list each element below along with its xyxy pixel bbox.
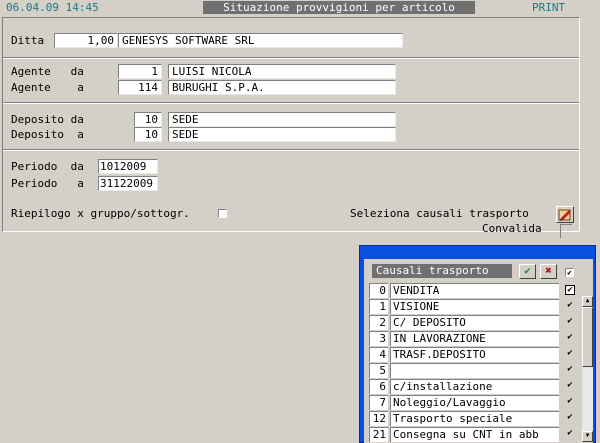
separator <box>3 102 579 104</box>
periodo-a-label: Periodo a <box>11 177 84 190</box>
select-all-checkbox[interactable]: ✔ <box>565 268 574 277</box>
deposito-da-code-field[interactable]: 10 <box>134 112 162 127</box>
deposito-a-code-field[interactable]: 10 <box>134 127 162 142</box>
causale-checkbox[interactable]: ✔ <box>565 365 575 375</box>
causali-popup: Causali trasporto ✔ ✖ ✔ 0 VENDITA ✔ 1 VISION… <box>359 245 596 443</box>
causale-description: C/ DEPOSITO <box>390 315 559 330</box>
ditta-label: Ditta <box>11 34 45 47</box>
causale-checkbox[interactable]: ✔ <box>565 333 575 343</box>
causale-description: Noleggio/Lavaggio <box>390 395 559 410</box>
causale-checkbox[interactable]: ✔ <box>565 317 575 327</box>
close-icon: ✖ <box>545 264 552 277</box>
ditta-code-field[interactable]: 1,00 <box>54 33 118 48</box>
separator <box>3 149 579 151</box>
causale-code: 5 <box>369 363 388 378</box>
causale-description: IN LAVORAZIONE <box>390 331 559 346</box>
causale-code: 1 <box>369 299 388 314</box>
cancel-button[interactable]: ✖ <box>540 264 557 279</box>
list-item[interactable]: 21 Consegna su CNT in abb ✔ <box>369 427 587 442</box>
scroll-down-icon[interactable]: ▼ <box>582 431 593 442</box>
causale-code: 21 <box>369 427 388 442</box>
agente-a-name-field[interactable]: BURUGHI S.P.A. <box>168 80 396 95</box>
agente-da-code-field[interactable]: 1 <box>118 64 162 79</box>
causale-code: 2 <box>369 315 388 330</box>
deposito-da-label: Deposito da <box>11 113 84 126</box>
causale-checkbox[interactable]: ✔ <box>565 381 575 391</box>
seleziona-causali-button[interactable] <box>556 206 574 223</box>
list-item[interactable]: 12 Trasporto speciale ✔ <box>369 411 587 426</box>
causale-checkbox[interactable]: ✔ <box>565 413 575 423</box>
causale-code: 6 <box>369 379 388 394</box>
causale-code: 7 <box>369 395 388 410</box>
agente-da-label: Agente da <box>11 65 84 78</box>
riepilogo-label: Riepilogo x gruppo/sottogr. <box>11 207 190 220</box>
agente-a-code-field[interactable]: 114 <box>118 80 162 95</box>
periodo-a-field[interactable]: 31122009 <box>98 176 158 191</box>
deposito-a-name-field[interactable]: SEDE <box>168 127 396 142</box>
periodo-da-label: Periodo da <box>11 160 84 173</box>
causale-code: 12 <box>369 411 388 426</box>
check-icon: ✔ <box>524 264 531 277</box>
causale-description: c/installazione <box>390 379 559 394</box>
causale-checkbox[interactable]: ✔ <box>565 285 575 295</box>
causali-list-title: Causali trasporto <box>372 264 512 278</box>
causali-popup-body: Causali trasporto ✔ ✖ ✔ 0 VENDITA ✔ 1 VISION… <box>364 259 593 443</box>
list-item[interactable]: 0 VENDITA ✔ <box>369 283 587 298</box>
causale-description: Consegna su CNT in abb <box>390 427 559 442</box>
list-item[interactable]: 3 IN LAVORAZIONE ✔ <box>369 331 587 346</box>
causale-code: 3 <box>369 331 388 346</box>
list-item[interactable]: 7 Noleggio/Lavaggio ✔ <box>369 395 587 410</box>
ditta-name-field[interactable]: GENESYS SOFTWARE SRL <box>118 33 403 48</box>
deposito-a-label: Deposito a <box>11 128 84 141</box>
causale-description: TRASF.DEPOSITO <box>390 347 559 362</box>
scroll-thumb[interactable] <box>582 307 593 367</box>
causale-checkbox[interactable]: ✔ <box>565 301 575 311</box>
convalida-label: Convalida <box>482 222 542 235</box>
list-item[interactable]: 4 TRASF.DEPOSITO ✔ <box>369 347 587 362</box>
list-item[interactable]: 2 C/ DEPOSITO ✔ <box>369 315 587 330</box>
confirm-button[interactable]: ✔ <box>519 264 536 279</box>
agente-da-name-field[interactable]: LUISI NICOLA <box>168 64 396 79</box>
causale-checkbox[interactable]: ✔ <box>565 429 575 439</box>
periodo-da-field[interactable]: 1012009 <box>98 159 158 174</box>
separator <box>3 57 579 59</box>
causale-code: 4 <box>369 347 388 362</box>
list-item[interactable]: 6 c/installazione ✔ <box>369 379 587 394</box>
list-item[interactable]: 1 VISIONE ✔ <box>369 299 587 314</box>
causale-description: VISIONE <box>390 299 559 314</box>
causale-description: Trasporto speciale <box>390 411 559 426</box>
causale-description: VENDITA <box>390 283 559 298</box>
window-title: Situazione provvigioni per articolo <box>203 1 475 14</box>
riepilogo-checkbox[interactable] <box>218 209 227 218</box>
causale-description <box>390 363 559 378</box>
convalida-button[interactable] <box>560 224 572 238</box>
seleziona-causali-label: Seleziona causali trasporto <box>350 207 529 220</box>
causale-checkbox[interactable]: ✔ <box>565 349 575 359</box>
list-item[interactable]: 5 ✔ <box>369 363 587 378</box>
scroll-up-icon[interactable]: ▲ <box>582 296 593 307</box>
causale-checkbox[interactable]: ✔ <box>565 397 575 407</box>
causale-code: 0 <box>369 283 388 298</box>
causali-scrollbar[interactable]: ▲ ▼ <box>582 296 593 442</box>
print-button[interactable]: PRINT <box>532 1 565 14</box>
deposito-da-name-field[interactable]: SEDE <box>168 112 396 127</box>
edit-selection-icon <box>558 209 571 221</box>
header-datetime: 06.04.09 14:45 <box>6 1 99 14</box>
agente-a-label: Agente a <box>11 81 84 94</box>
